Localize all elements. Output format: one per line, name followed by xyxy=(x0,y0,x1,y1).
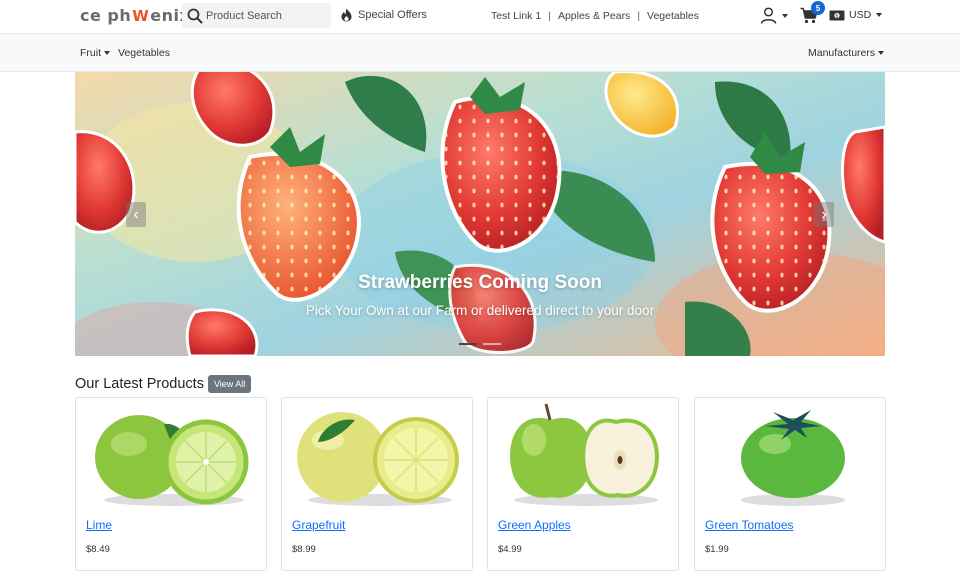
nav-item-label: Vegetables xyxy=(118,47,170,59)
section-title: Our Latest Products xyxy=(75,376,204,392)
top-links: Test Link 1 | Apples & Pears | Vegetable… xyxy=(491,10,699,22)
product-card-green-apples[interactable]: Green Apples $4.99 xyxy=(487,397,679,571)
carousel-prev-button[interactable]: ‹ xyxy=(126,202,146,227)
grapefruit-image xyxy=(297,412,459,506)
green-apples-image xyxy=(510,403,659,506)
nav-item-label: Fruit xyxy=(80,47,101,59)
product-name-link[interactable]: Lime xyxy=(86,518,112,532)
top-header: ce ph W enix Special Offers Test Link 1 … xyxy=(0,0,960,33)
special-offers-link[interactable]: Special Offers xyxy=(340,8,427,22)
divider: | xyxy=(548,10,551,22)
lime-image xyxy=(95,415,249,506)
top-link-vegetables[interactable]: Vegetables xyxy=(647,10,699,22)
product-price: $8.49 xyxy=(86,544,110,555)
currency-selector[interactable]: $ USD xyxy=(829,9,883,21)
account-menu[interactable] xyxy=(760,7,788,24)
category-nav: Fruit Vegetables Manufacturers xyxy=(0,33,960,72)
flame-w-icon: W xyxy=(132,6,150,25)
svg-text:$: $ xyxy=(835,13,838,19)
search-input[interactable] xyxy=(206,9,326,22)
hero-title: Strawberries Coming Soon xyxy=(358,272,602,293)
product-price: $4.99 xyxy=(498,544,522,555)
nav-item-fruit[interactable]: Fruit xyxy=(80,47,110,59)
product-name-link[interactable]: Grapefruit xyxy=(292,518,345,532)
product-price: $1.99 xyxy=(705,544,729,555)
currency-label: USD xyxy=(849,9,872,21)
product-name-link[interactable]: Green Tomatoes xyxy=(705,518,794,532)
nav-item-label: Manufacturers xyxy=(808,47,876,59)
top-link-test[interactable]: Test Link 1 xyxy=(491,10,541,22)
carousel-next-button[interactable]: › xyxy=(814,202,834,227)
user-icon xyxy=(760,7,777,24)
green-tomato-image xyxy=(741,410,845,506)
nav-item-manufacturers[interactable]: Manufacturers xyxy=(808,47,885,59)
product-card-grapefruit[interactable]: Grapefruit $8.99 xyxy=(281,397,473,571)
product-price: $8.99 xyxy=(292,544,316,555)
chevron-left-icon: ‹ xyxy=(133,205,139,223)
carousel-indicator[interactable] xyxy=(483,343,501,345)
search-icon xyxy=(187,8,203,23)
nav-item-vegetables[interactable]: Vegetables xyxy=(118,47,170,59)
hero-carousel[interactable]: ‹ › Strawberries Coming Soon Pick Your O… xyxy=(75,72,885,356)
site-logo[interactable]: ce ph W enix xyxy=(80,6,190,25)
search-box[interactable] xyxy=(182,3,331,28)
chevron-down-icon xyxy=(876,13,883,17)
carousel-indicator[interactable] xyxy=(459,343,477,345)
chevron-down-icon xyxy=(878,51,885,55)
hero-subtitle: Pick Your Own at our Farm or delivered d… xyxy=(305,303,655,318)
product-name-link[interactable]: Green Apples xyxy=(498,518,571,532)
product-card-green-tomatoes[interactable]: Green Tomatoes $1.99 xyxy=(694,397,886,571)
cart-count-badge: 5 xyxy=(811,1,825,15)
carousel-indicators xyxy=(459,343,501,345)
view-all-button[interactable]: View All xyxy=(207,375,252,393)
chevron-right-icon: › xyxy=(821,205,827,223)
money-icon: $ xyxy=(829,10,845,20)
latest-products-header: Our Latest Products View All xyxy=(75,375,252,393)
chevron-down-icon xyxy=(782,13,788,18)
fire-icon xyxy=(341,8,352,22)
product-card-lime[interactable]: Lime $8.49 xyxy=(75,397,267,571)
divider: | xyxy=(637,10,641,22)
logo-text-left: ce ph xyxy=(80,6,132,25)
top-link-apples-pears[interactable]: Apples & Pears xyxy=(558,10,630,22)
special-offers-label: Special Offers xyxy=(358,9,427,21)
cart-button[interactable]: 5 xyxy=(800,1,825,29)
chevron-down-icon xyxy=(104,51,110,55)
